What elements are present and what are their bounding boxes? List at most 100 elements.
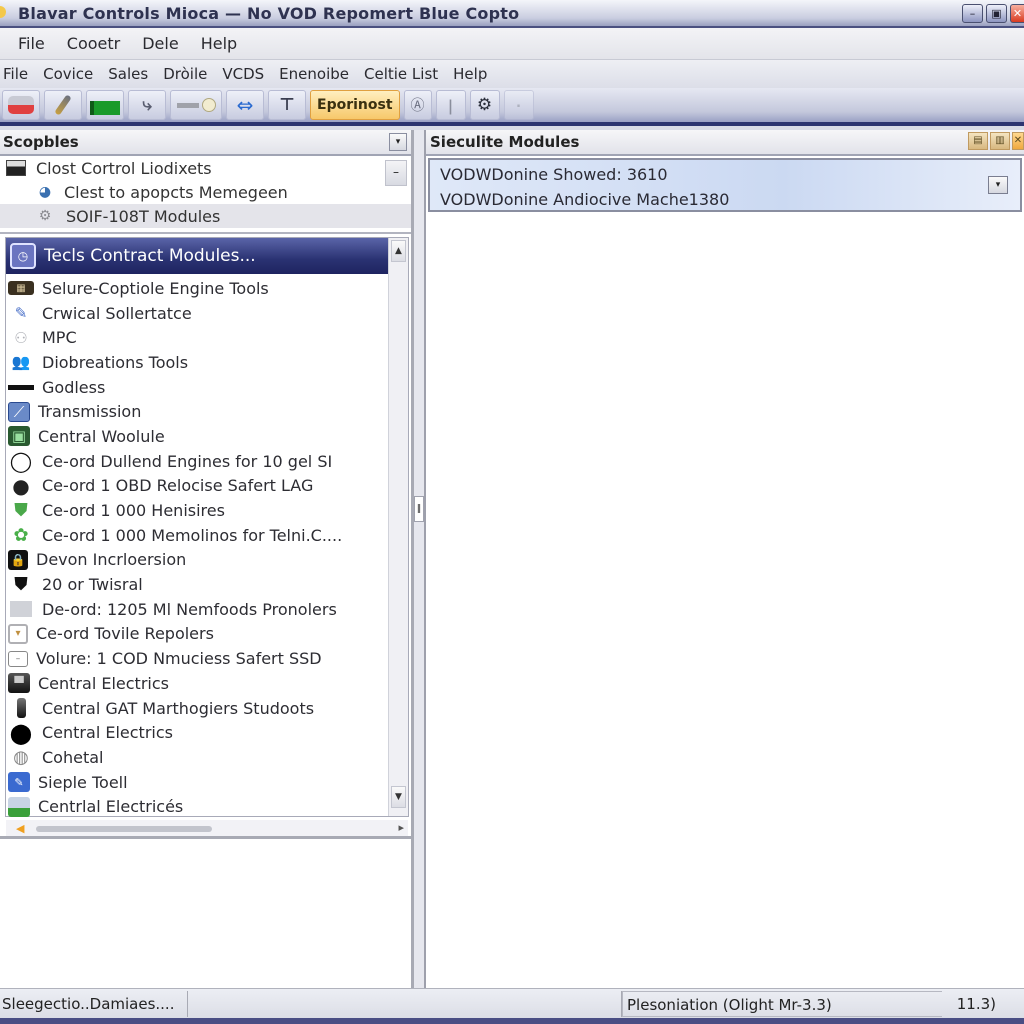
engine-icon: ▦ bbox=[8, 281, 34, 296]
list-item-label: De-ord: 1205 Ml Nemfoods Pronolers bbox=[42, 599, 337, 619]
toolbar-connect-button[interactable] bbox=[2, 90, 40, 120]
list-item[interactable]: ● Ce-ord 1 OBD Relocise Safert LAG bbox=[6, 474, 388, 499]
status-far-right: 11.3) bbox=[956, 994, 996, 1013]
toolbar-transfer-button[interactable]: ⇔ bbox=[226, 90, 264, 120]
menu-help[interactable]: Help bbox=[201, 34, 237, 53]
list-item-label: Devon Incrloersion bbox=[36, 550, 187, 570]
tree-item[interactable]: Clost Cortrol Liodixets bbox=[0, 156, 411, 180]
list-item[interactable]: ▀ Central Electrics bbox=[6, 671, 388, 696]
toolbar-battery-button[interactable] bbox=[86, 90, 124, 120]
module-list-vertical-scrollbar[interactable]: ▲ ▼ bbox=[388, 238, 408, 816]
list-item-label: Ce-ord 1 000 Memolinos for Telni.C.... bbox=[42, 525, 343, 545]
minimize-button[interactable]: – bbox=[962, 4, 983, 23]
close-button[interactable]: ✕ bbox=[1010, 4, 1024, 23]
module-list-rows: ▦ Selure-Coptiole Engine Tools ✎ Crwical S… bbox=[6, 276, 388, 819]
left-pane-title: Scopbles bbox=[3, 133, 79, 151]
module-list: ◷ Tecls Contract Modules... ▦ Selure-Copt… bbox=[5, 237, 409, 838]
list-item[interactable]: ◯ Ce-ord Dullend Engines for 10 gel SI bbox=[6, 449, 388, 474]
menu2-covice[interactable]: Covice bbox=[43, 65, 93, 83]
list-item[interactable]: 🔒 Devon Incrloersion bbox=[6, 548, 388, 573]
menu-cooetr[interactable]: Cooetr bbox=[67, 34, 120, 53]
cable-plug-icon bbox=[201, 98, 216, 112]
list-item[interactable]: Centrlal Electricés bbox=[6, 794, 388, 819]
list-item[interactable]: ✎ Sieple Toell bbox=[6, 770, 388, 795]
list-item[interactable]: 👥 Diobreations Tools bbox=[6, 350, 388, 375]
list-item[interactable]: ⛊ 20 or Twisral bbox=[6, 572, 388, 597]
list-item-label: Cohetal bbox=[42, 747, 104, 767]
pane-layout-button[interactable]: ▤ bbox=[968, 132, 988, 150]
list-item-label: Centrlal Electricés bbox=[38, 797, 184, 817]
list-item[interactable]: ⚇ MPC bbox=[6, 325, 388, 350]
scroll-down-button[interactable]: ▼ bbox=[391, 786, 406, 808]
secondary-menu-bar: File Covice Sales Dròile VCDS Enenoibe C… bbox=[0, 60, 1024, 88]
splitter-grip-icon[interactable]: ‖ bbox=[414, 496, 424, 522]
tree-item[interactable]: ⚙ SOIF-108T Modules bbox=[0, 204, 411, 228]
module-list-header[interactable]: ◷ Tecls Contract Modules... bbox=[6, 238, 388, 274]
list-item[interactable]: Godless bbox=[6, 375, 388, 400]
list-item-label: Ce-ord Dullend Engines for 10 gel SI bbox=[42, 451, 333, 471]
globe-grey-icon: ◍ bbox=[13, 746, 29, 768]
window-title: Blavar Controls Mioca — No VOD Repomert … bbox=[18, 3, 520, 23]
list-item[interactable]: ▣ Central Woolule bbox=[6, 424, 388, 449]
list-item[interactable]: ⟋ Transmission bbox=[6, 399, 388, 424]
toolbar-disabled-button[interactable]: ⬝ bbox=[503, 90, 534, 120]
toolbar-info-button[interactable]: ǀ bbox=[435, 90, 466, 120]
ring-icon: ◯ bbox=[9, 449, 33, 474]
menu2-enenoibe[interactable]: Enenoibe bbox=[279, 65, 349, 83]
list-item[interactable]: ▦ Selure-Coptiole Engine Tools bbox=[6, 276, 388, 301]
device-dropdown-button[interactable]: ▾ bbox=[988, 176, 1008, 194]
pane-split-button[interactable]: ▥ bbox=[990, 132, 1010, 150]
toolbar-settings-button[interactable]: ⚙ bbox=[469, 90, 500, 120]
list-item[interactable]: ⬤ Central Electrics bbox=[6, 720, 388, 745]
disabled-icon: ⬝ bbox=[516, 97, 521, 112]
list-item[interactable]: ▾ Ce-ord Tovile Repolers bbox=[6, 622, 388, 647]
menu2-droile[interactable]: Dròile bbox=[163, 65, 207, 83]
folder-user-icon: 👥 bbox=[11, 353, 31, 372]
landscape-icon bbox=[8, 796, 30, 817]
scroll-left-icon[interactable]: ◀ bbox=[16, 822, 24, 835]
list-item[interactable]: – Volure: 1 COD Nmuciess Safert SSD bbox=[6, 646, 388, 671]
connect-icon bbox=[8, 96, 34, 114]
status-middle bbox=[188, 990, 622, 1017]
module-list-header-label: Tecls Contract Modules... bbox=[44, 246, 256, 266]
menu-dele[interactable]: Dele bbox=[142, 34, 178, 53]
tree-item-label: Clost Cortrol Liodixets bbox=[36, 158, 212, 178]
menu2-celtie-list[interactable]: Celtie List bbox=[364, 65, 438, 83]
pane-splitter[interactable]: ‖ bbox=[414, 130, 424, 988]
tree-item[interactable]: ◕ Clest to apopcts Memegeen bbox=[0, 180, 411, 204]
pen-icon: ✎ bbox=[14, 304, 28, 323]
scroll-right-icon[interactable]: ▸ bbox=[398, 821, 404, 834]
top-tree-scrollbar[interactable]: – bbox=[385, 160, 407, 186]
list-item[interactable]: De-ord: 1205 Ml Nemfoods Pronolers bbox=[6, 597, 388, 622]
list-item-label: 20 or Twisral bbox=[42, 575, 143, 595]
list-item[interactable]: ✿ Ce-ord 1 000 Memolinos for Telni.C.... bbox=[6, 523, 388, 548]
toolbar-eporinost-button[interactable]: Eporinost bbox=[310, 90, 400, 120]
left-pane-dropdown-button[interactable]: ▾ bbox=[389, 133, 407, 151]
toolbar-cable-button[interactable] bbox=[170, 90, 222, 120]
toolbar-wrench-button[interactable]: ⤷ bbox=[128, 90, 166, 120]
menu2-vcds[interactable]: VCDS bbox=[222, 65, 264, 83]
window-bottom-border bbox=[0, 1018, 1024, 1024]
menu2-file[interactable]: File bbox=[3, 65, 28, 83]
menu2-help[interactable]: Help bbox=[453, 65, 487, 83]
maximize-button[interactable]: ▣ bbox=[986, 4, 1007, 23]
list-item[interactable]: Central GAT Marthogiers Studoots bbox=[6, 696, 388, 721]
list-item[interactable]: ⛊ Ce-ord 1 000 Henisires bbox=[6, 498, 388, 523]
lock-icon: 🔒 bbox=[8, 549, 28, 570]
toolbar-help-button[interactable]: Ⓐ bbox=[403, 90, 432, 120]
scroll-up-button[interactable]: ▲ bbox=[391, 240, 406, 262]
horizontal-scroll-thumb[interactable] bbox=[36, 826, 212, 832]
menu2-sales[interactable]: Sales bbox=[108, 65, 148, 83]
toolbar-probe-button[interactable] bbox=[44, 90, 82, 120]
list-item-label: Diobreations Tools bbox=[42, 352, 189, 372]
device-line-2: VODWDonine Andiocive Mache1380 bbox=[440, 190, 730, 209]
toolbar-filter-button[interactable]: ⊤ bbox=[268, 90, 306, 120]
list-item-label: Central Woolule bbox=[38, 426, 165, 446]
menu-file[interactable]: File bbox=[18, 34, 45, 53]
list-item[interactable]: ◍ Cohetal bbox=[6, 745, 388, 770]
pane-close-button[interactable]: ✕ bbox=[1012, 132, 1024, 150]
cable-icon bbox=[176, 102, 199, 108]
list-item[interactable]: ✎ Crwical Sollertatce bbox=[6, 301, 388, 326]
device-selector[interactable]: VODWDonine Showed: 3610 VODWDonine Andio… bbox=[428, 158, 1022, 212]
tv-icon: – bbox=[8, 650, 28, 667]
